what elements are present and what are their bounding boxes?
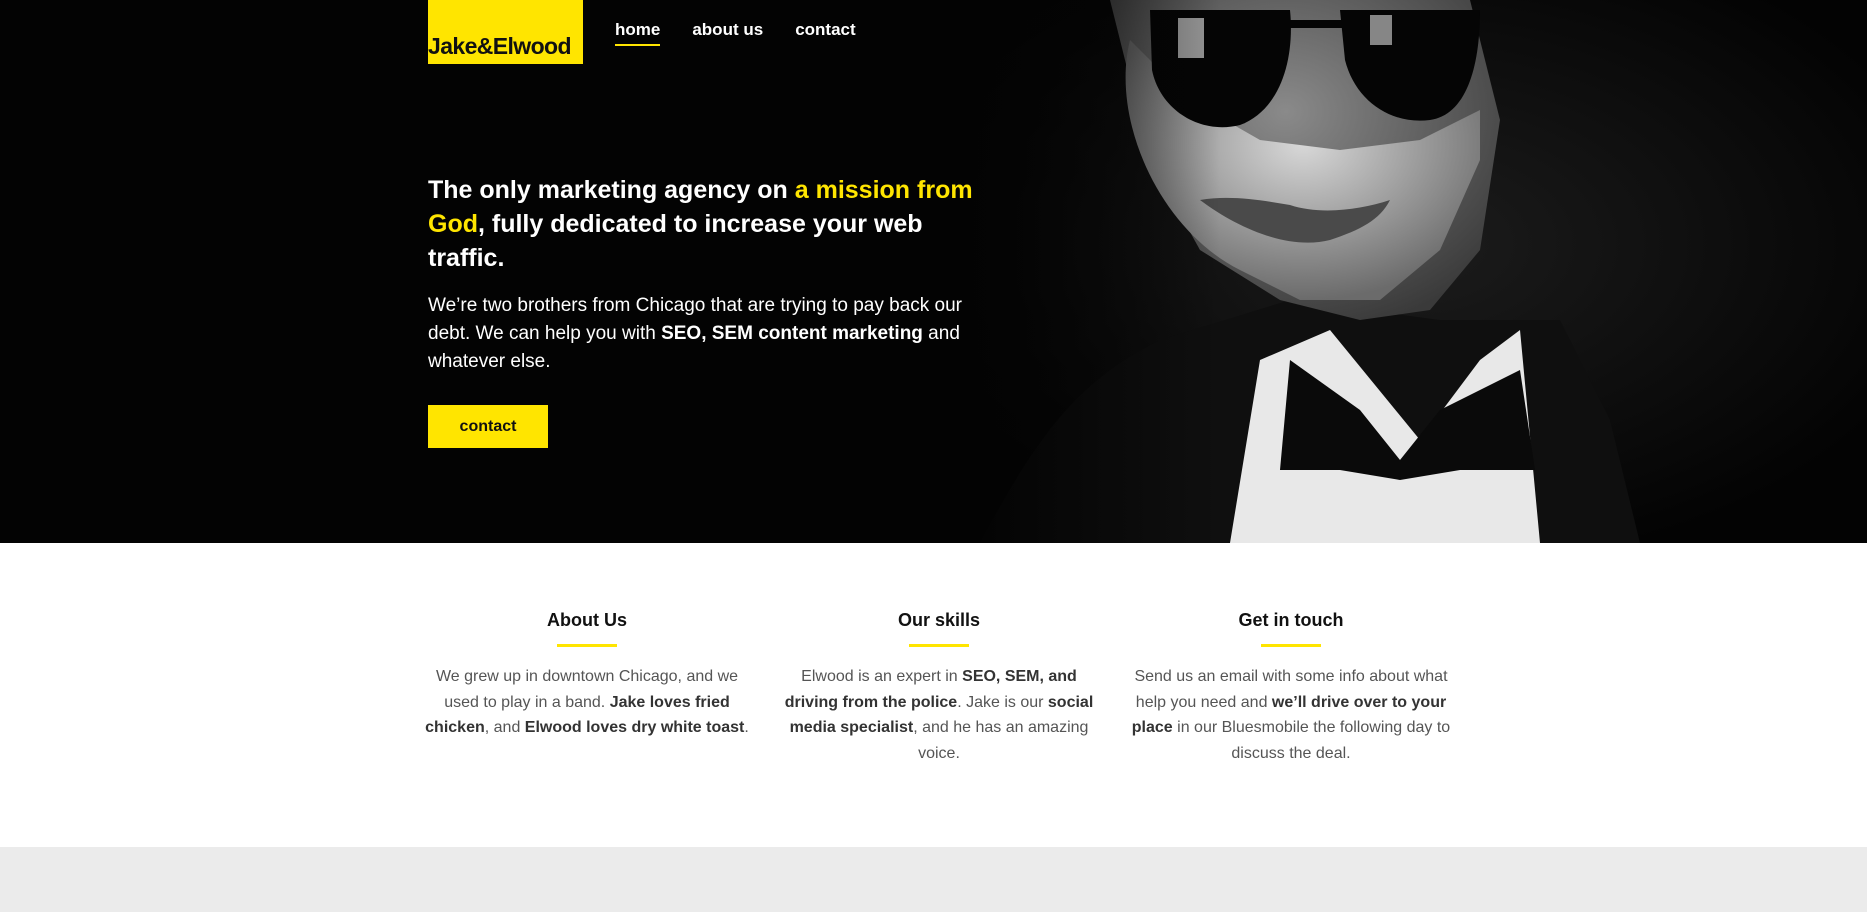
hero-intro: We’re two brothers from Chicago that are… (428, 292, 968, 376)
nav-home-link[interactable]: home (615, 20, 661, 46)
main-nav: home about us contact (615, 20, 856, 46)
feature-title: About Us (547, 610, 627, 630)
feature-text-part: . Jake is our (957, 693, 1048, 711)
hero-headline: The only marketing agency on a mission f… (428, 173, 978, 275)
hero-headline-part: , fully dedicated to increase your web t… (428, 210, 923, 272)
hero-intro-bold: SEO, SEM content marketing (661, 323, 923, 344)
feature-text: We grew up in downtown Chicago, and we u… (422, 664, 752, 741)
feature-text-part: , and he has an amazing voice. (913, 719, 1089, 762)
brand-logo[interactable]: Jake&Elwood (428, 0, 583, 64)
hero-section: Jake&Elwood home about us contact The on… (0, 0, 1867, 543)
feature-text: Send us an email with some info about wh… (1126, 664, 1456, 766)
feature-text-part: . (744, 719, 749, 736)
features-section: About Us We grew up in downtown Chicago,… (0, 543, 1867, 847)
nav-contact-link[interactable]: contact (795, 20, 855, 46)
feature-about-us: About Us We grew up in downtown Chicago,… (422, 609, 752, 741)
title-underline (1261, 644, 1321, 647)
title-underline (557, 644, 617, 647)
feature-title: Our skills (897, 610, 981, 630)
feature-text: Elwood is an expert in SEO, SEM, and dri… (774, 664, 1104, 766)
hero-photo-fade (960, 0, 1220, 543)
footer-band (0, 847, 1867, 912)
nav-about-us-link[interactable]: about us (692, 20, 763, 46)
feature-text-part: , and (484, 719, 525, 736)
hero-headline-part: The only marketing agency on (428, 176, 795, 204)
brand-logo-text: Jake&Elwood (428, 33, 572, 59)
feature-our-skills: Our skills Elwood is an expert in SEO, S… (774, 609, 1104, 766)
contact-button[interactable]: contact (428, 405, 548, 448)
feature-title: Get in touch (1238, 610, 1344, 630)
feature-text-bold: Elwood loves dry white toast (524, 719, 745, 736)
feature-get-in-touch: Get in touch Send us an email with some … (1126, 609, 1456, 766)
title-underline (909, 644, 969, 647)
feature-text-part: in our Bluesmobile the following day to … (1172, 719, 1451, 762)
feature-text-part: Elwood is an expert in (801, 668, 963, 685)
